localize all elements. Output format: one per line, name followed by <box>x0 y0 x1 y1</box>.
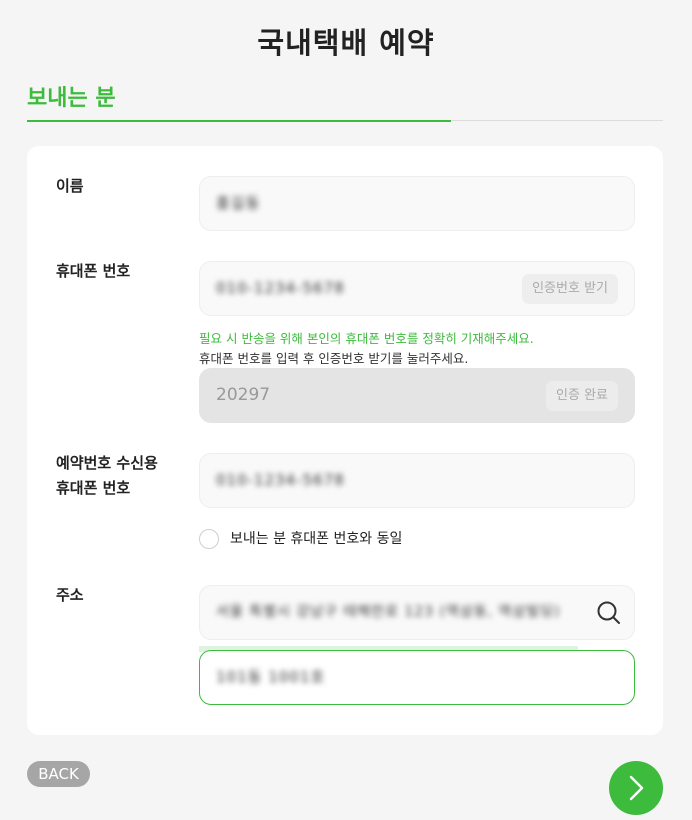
phone-notice: 필요 시 반송을 위해 본인의 휴대폰 번호를 정확히 기재해주세요. <box>199 331 534 346</box>
address-label: 주소 <box>56 586 84 604</box>
chevron-right-icon <box>629 775 644 801</box>
name-value: 홍길동 <box>216 194 261 212</box>
sender-form-card: 이름 홍길동 휴대폰 번호 010-1234-5678 인증번호 받기 필요 시… <box>27 146 663 735</box>
address-value: 서울 특별시 강남구 테헤란로 123 (역삼동, 역삼빌딩) <box>216 604 561 620</box>
address-detail-field[interactable]: 101동 1001호 <box>199 650 635 705</box>
back-button[interactable]: BACK <box>27 761 90 787</box>
request-code-button[interactable]: 인증번호 받기 <box>522 274 618 304</box>
page-title: 국내택배 예약 <box>257 26 435 60</box>
verification-code-field: 20297 인증 완료 <box>199 368 635 423</box>
reservation-phone-value: 010-1234-5678 <box>216 471 345 489</box>
address-field[interactable]: 서울 특별시 강남구 테헤란로 123 (역삼동, 역삼빌딩) <box>199 585 635 640</box>
verification-code-value: 20297 <box>216 385 271 405</box>
phone-instruction: 휴대폰 번호를 입력 후 인증번호 받기를 눌러주세요. <box>199 351 469 366</box>
search-icon[interactable] <box>596 600 622 626</box>
phone-field[interactable]: 010-1234-5678 인증번호 받기 <box>199 261 635 316</box>
section-divider-active <box>27 120 451 122</box>
reservation-phone-label: 예약번호 수신용 휴대폰 번호 <box>56 451 158 501</box>
same-as-sender-label[interactable]: 보내는 분 휴대폰 번호와 동일 <box>230 529 402 549</box>
reservation-phone-label-line1: 예약번호 수신용 <box>56 454 158 472</box>
reservation-phone-field[interactable]: 010-1234-5678 <box>199 453 635 508</box>
next-button[interactable] <box>609 761 663 815</box>
phone-label: 휴대폰 번호 <box>56 262 131 280</box>
address-detail-value: 101동 1001호 <box>216 668 326 686</box>
verification-complete-button: 인증 완료 <box>546 381 618 411</box>
name-field[interactable]: 홍길동 <box>199 176 635 231</box>
same-as-sender-radio[interactable] <box>199 529 219 549</box>
section-title: 보내는 분 <box>27 86 116 111</box>
phone-value: 010-1234-5678 <box>216 279 345 297</box>
reservation-phone-label-line2: 휴대폰 번호 <box>56 479 131 497</box>
name-label: 이름 <box>56 177 84 195</box>
